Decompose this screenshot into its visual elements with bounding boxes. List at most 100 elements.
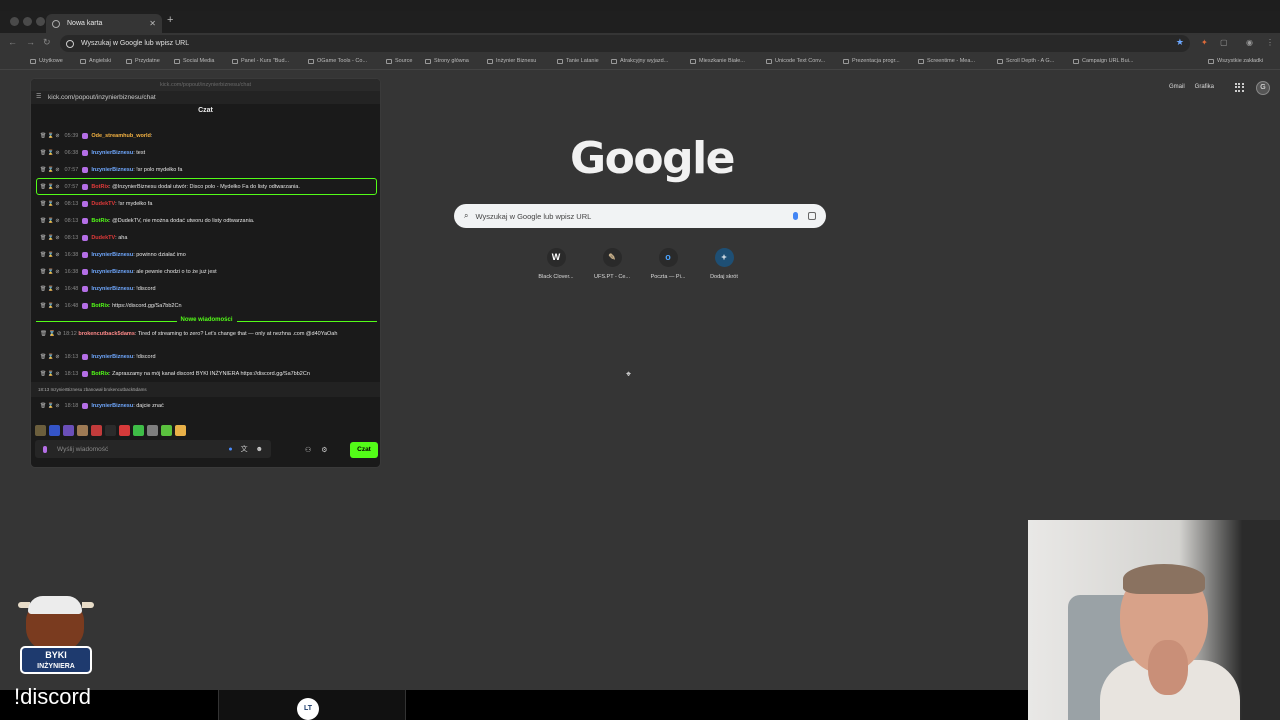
extensions-puzzle-icon[interactable]: ▢	[1220, 38, 1228, 47]
message-username[interactable]: InzynierBiznesu	[91, 150, 133, 156]
bookmark-item[interactable]: Przydatne	[126, 58, 160, 64]
chat-message[interactable]: 🗑 ⌛ ⊘ 08:13 DudekTV: !sr mydełko fa	[31, 195, 380, 212]
gmail-link[interactable]: Gmail	[1169, 84, 1185, 90]
google-lens-icon[interactable]	[808, 212, 816, 220]
bookmark-item[interactable]: Scroll Depth - A G...	[997, 58, 1054, 64]
mod-actions-icon[interactable]: 🗑 ⌛ ⊘	[40, 371, 60, 377]
mod-actions-icon[interactable]: 🗑 ⌛ ⊘	[40, 354, 60, 360]
chat-message[interactable]: 🗑 ⌛ ⊘ 08:13 BotRix: @DudekTV, nie można do…	[31, 212, 380, 229]
extension-icon[interactable]: ✦	[1201, 38, 1208, 47]
bookmark-item[interactable]: Campaign URL Bui...	[1073, 58, 1133, 64]
message-username[interactable]: BotRix	[91, 371, 109, 377]
mod-actions-icon[interactable]: 🗑 ⌛ ⊘	[40, 150, 60, 156]
mod-actions-icon[interactable]: 🗑 ⌛ ⊘	[40, 269, 60, 275]
emoji-icon[interactable]: ☻	[256, 446, 263, 453]
back-icon[interactable]: ←	[8, 37, 17, 47]
chat-message[interactable]: 🗑 ⌛ ⊘ 18:13 BotRix: Zapraszamy na mój kana…	[31, 365, 380, 382]
chat-message[interactable]: 🗑 ⌛ ⊘ 05:39 Ode_streamhub_world:	[31, 127, 380, 144]
chat-message-input[interactable]: Wyślij wiadomość ● 文 ☻	[35, 440, 271, 458]
site-settings-icon[interactable]: ☰	[36, 91, 41, 104]
emote-icon[interactable]	[91, 425, 102, 436]
chat-message[interactable]: 🗑 ⌛ ⊘ 18:13 InzynierBiznesu: !discord	[31, 348, 380, 365]
message-username[interactable]: InzynierBiznesu	[91, 403, 133, 409]
message-username[interactable]: DudekTV	[91, 201, 115, 207]
emote-icon[interactable]	[63, 425, 74, 436]
chat-message[interactable]: 🗑 ⌛ ⊘ 16:48 InzynierBiznesu: !discord	[31, 280, 380, 297]
message-username[interactable]: DudekTV	[91, 235, 115, 241]
add-shortcut-tile[interactable]: + Dodaj skrót	[696, 246, 752, 280]
emote-icon[interactable]	[175, 425, 186, 436]
reload-icon[interactable]: ↻	[43, 37, 51, 48]
message-username[interactable]: Ode_streamhub_world	[91, 133, 151, 139]
emote-icon[interactable]	[49, 425, 60, 436]
shortcut-tile[interactable]: W Black Clover...	[528, 246, 584, 280]
bookmark-item[interactable]: Mieszkanie Białe...	[690, 58, 745, 64]
bookmark-item[interactable]: Screentime - Mea...	[918, 58, 975, 64]
message-username[interactable]: brokencutback5dams	[78, 331, 135, 337]
message-username[interactable]: BotRix	[91, 184, 109, 190]
message-username[interactable]: BotRix	[91, 218, 109, 224]
new-tab-button[interactable]: +	[167, 14, 173, 26]
menu-kebab-icon[interactable]: ⋮	[1266, 38, 1274, 47]
bookmark-item[interactable]: Source	[386, 58, 412, 64]
bookmark-item[interactable]: Tanie Latanie	[557, 58, 599, 64]
bookmark-item[interactable]: OGame Tools - Co...	[308, 58, 367, 64]
mod-actions-icon[interactable]: 🗑 ⌛ ⊘	[40, 286, 60, 292]
address-bar[interactable]: Wyszukaj w Google lub wpisz URL ★	[60, 35, 1190, 52]
message-username[interactable]: InzynierBiznesu	[91, 269, 133, 275]
profile-icon[interactable]: ◉	[1246, 38, 1253, 47]
window-controls[interactable]	[10, 17, 45, 26]
message-username[interactable]: InzynierBiznesu	[91, 167, 133, 173]
chat-message[interactable]: 🗑 ⌛ ⊘ 18:12 brokencutback5dams: Tired of…	[31, 328, 380, 348]
emote-icon[interactable]	[133, 425, 144, 436]
emote-icon[interactable]	[161, 425, 172, 436]
google-apps-icon[interactable]	[1235, 83, 1244, 92]
bookmark-item[interactable]: Atrakcyjny wyjazd...	[611, 58, 668, 64]
forward-icon[interactable]: →	[26, 37, 35, 47]
bookmark-item[interactable]: Prezentacja progr...	[843, 58, 900, 64]
mod-actions-icon[interactable]: 🗑 ⌛ ⊘	[40, 403, 60, 409]
account-avatar[interactable]: G	[1256, 81, 1270, 95]
chat-message[interactable]: 🗑 ⌛ ⊘ 08:13 DudekTV: aha	[31, 229, 380, 246]
emote-icon[interactable]	[119, 425, 130, 436]
message-username[interactable]: InzynierBiznesu	[91, 252, 133, 258]
mod-actions-icon[interactable]: 🗑 ⌛ ⊘	[40, 252, 60, 258]
google-search-box[interactable]: ⌕ Wyszukaj w Google lub wpisz URL	[454, 204, 826, 228]
mod-actions-icon[interactable]: 🗑 ⌛ ⊘	[40, 201, 60, 207]
chat-message[interactable]: 🗑 ⌛ ⊘ 07:57 InzynierBiznesu: !sr polo myde…	[31, 161, 380, 178]
chat-message[interactable]: 🗑 ⌛ ⊘ 16:38 InzynierBiznesu: powinno dział…	[31, 246, 380, 263]
bookmark-item[interactable]: Inżynier Biznesu	[487, 58, 536, 64]
mod-actions-icon[interactable]: 🗑 ⌛ ⊘	[40, 303, 60, 309]
chat-message[interactable]: 🗑 ⌛ ⊘ 16:38 InzynierBiznesu: ale pewnie ch…	[31, 263, 380, 280]
voice-search-icon[interactable]	[793, 212, 798, 220]
users-icon[interactable]: ⚇	[305, 446, 311, 454]
bookmark-item[interactable]: Unicode Text Conv...	[766, 58, 825, 64]
all-bookmarks-button[interactable]: Wszystkie zakładki	[1208, 58, 1263, 64]
send-chat-button[interactable]: Czat	[350, 442, 378, 458]
bookmark-item[interactable]: Angielski	[80, 58, 111, 64]
chat-message[interactable]: 🗑 ⌛ ⊘ 18:18 InzynierBiznesu: dajcie znać	[31, 397, 380, 414]
message-username[interactable]: InzynierBiznesu	[91, 286, 133, 292]
bookmark-item[interactable]: Social Media	[174, 58, 215, 64]
chat-message[interactable]: 🗑 ⌛ ⊘ 07:57 BotRix: @InzynierBiznesu dodał…	[36, 178, 377, 195]
mod-actions-icon[interactable]: 🗑 ⌛ ⊘	[40, 184, 60, 190]
settings-gear-icon[interactable]: ⚙	[321, 446, 327, 454]
translate-icon[interactable]: 文	[241, 444, 248, 454]
bookmark-star-icon[interactable]: ★	[1176, 37, 1184, 48]
mod-actions-icon[interactable]: 🗑 ⌛ ⊘	[40, 218, 60, 224]
chat-message[interactable]: 🗑 ⌛ ⊘ 16:48 BotRix: https://discord.gg/Sa7…	[31, 297, 380, 314]
bookmark-item[interactable]: Panel - Kurs "Bud...	[232, 58, 289, 64]
message-username[interactable]: InzynierBiznesu	[91, 354, 133, 360]
chat-message[interactable]: 🗑 ⌛ ⊘ 06:38 InzynierBiznesu: test	[31, 144, 380, 161]
dock-app-icon[interactable]: LT	[297, 698, 319, 720]
chat-url-bar[interactable]: ☰ kick.com/popout/inzynierbiznesu/chat	[31, 91, 380, 104]
bookmark-item[interactable]: Użytkowe	[30, 58, 63, 64]
emote-icon[interactable]	[35, 425, 46, 436]
emote-icon[interactable]	[147, 425, 158, 436]
mod-actions-icon[interactable]: 🗑 ⌛ ⊘	[40, 235, 60, 241]
mod-actions-icon[interactable]: 🗑 ⌛ ⊘	[40, 133, 60, 139]
tab-new-tab[interactable]: Nowa karta ✕	[46, 14, 162, 33]
images-link[interactable]: Grafika	[1195, 84, 1214, 90]
close-tab-icon[interactable]: ✕	[149, 19, 156, 28]
message-username[interactable]: BotRix	[91, 303, 109, 309]
